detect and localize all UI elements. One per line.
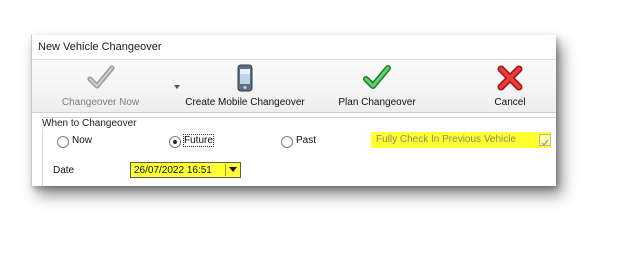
- window-title: New Vehicle Changeover: [38, 41, 162, 53]
- radio-button-icon: [57, 136, 69, 148]
- date-label: Date: [53, 165, 75, 176]
- chevron-down-icon[interactable]: [172, 82, 182, 92]
- title-bar: New Vehicle Changeover: [32, 35, 556, 60]
- cancel-label: Cancel: [494, 97, 526, 108]
- date-dropdown-button[interactable]: [225, 164, 239, 176]
- radio-button-icon: [169, 136, 181, 148]
- radio-future[interactable]: Future: [169, 134, 219, 149]
- changeover-now-label: Changeover Now: [61, 97, 140, 108]
- plan-changeover-button[interactable]: Plan Changeover: [322, 60, 432, 112]
- radio-selected-dot: [173, 140, 177, 144]
- create-mobile-changeover-button[interactable]: Create Mobile Changeover: [182, 60, 308, 112]
- full-check-label: Fully Check In Previous Vehicle: [376, 134, 517, 145]
- radio-button-icon: [281, 136, 293, 148]
- radio-future-label: Future: [183, 134, 214, 147]
- new-vehicle-changeover-window: New Vehicle Changeover Changeover Now Cr…: [31, 35, 556, 186]
- checkmark-icon: [541, 139, 549, 146]
- mobile-phone-icon: [237, 64, 253, 92]
- checkmark-green-icon: [363, 65, 391, 89]
- radio-now-label: Now: [72, 135, 93, 146]
- when-to-changeover-title: When to Changeover: [42, 118, 140, 129]
- create-mobile-changeover-label: Create Mobile Changeover: [185, 97, 305, 108]
- date-value: 26/07/2022 16:51: [134, 165, 212, 176]
- cancel-button[interactable]: Cancel: [480, 60, 540, 112]
- radio-past-label: Past: [296, 135, 317, 146]
- toolbar: Changeover Now Create Mobile Changeover …: [32, 60, 556, 113]
- changeover-now-button[interactable]: Changeover Now: [42, 60, 159, 112]
- plan-changeover-label: Plan Changeover: [338, 97, 416, 108]
- cancel-x-icon: [497, 65, 523, 91]
- radio-past[interactable]: Past: [281, 135, 326, 149]
- chevron-down-icon: [229, 167, 237, 172]
- radio-now[interactable]: Now: [57, 135, 102, 149]
- full-check-checkbox[interactable]: [539, 134, 551, 146]
- date-input[interactable]: 26/07/2022 16:51: [130, 162, 241, 178]
- checkmark-gray-icon: [87, 65, 114, 89]
